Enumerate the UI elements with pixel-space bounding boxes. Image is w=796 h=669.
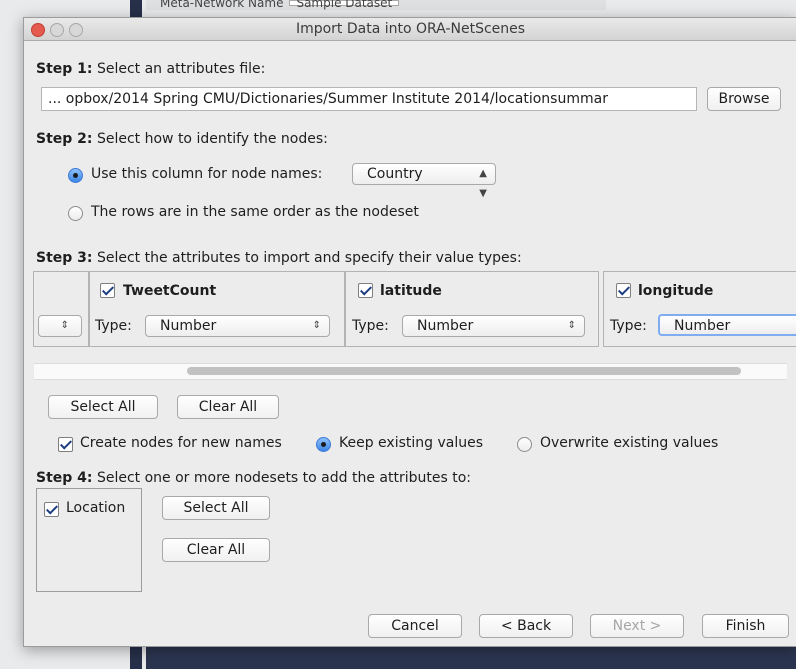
longitude-type-select[interactable]: Number	[658, 314, 796, 336]
tweetcount-type-value: Number	[160, 318, 217, 334]
use-column-radio[interactable]	[68, 168, 83, 183]
node-name-column-value: Country	[367, 166, 423, 182]
step2-text: Select how to identify the nodes:	[92, 131, 328, 147]
same-order-radio[interactable]	[68, 206, 83, 221]
attribute-panel-partial: ⇕	[33, 271, 89, 347]
chevron-updown-icon: ▲ ▼	[479, 168, 487, 199]
latitude-type-label: Type:	[352, 318, 389, 334]
keep-existing-label: Keep existing values	[339, 435, 484, 451]
keep-existing-radio[interactable]	[316, 437, 331, 452]
overwrite-existing-label: Overwrite existing values	[540, 435, 719, 451]
background-meta-network-row: Meta-Network Name Sample Dataset	[146, 0, 606, 10]
attribute-panel-tweetcount: TweetCount Type: Number ⇕	[89, 271, 345, 347]
title-bar[interactable]: Import Data into ORA-NetScenes	[24, 18, 796, 41]
back-button[interactable]: < Back	[479, 614, 573, 638]
chevron-updown-icon: ⇕	[60, 320, 69, 331]
step2-number: Step 2:	[36, 131, 93, 147]
step1-text: Select an attributes file:	[92, 61, 266, 77]
tweetcount-checkbox[interactable]	[100, 283, 115, 298]
nodesets-select-all-button[interactable]: Select All	[162, 496, 270, 520]
overwrite-existing-radio[interactable]	[517, 437, 532, 452]
tweetcount-type-label: Type:	[95, 318, 132, 334]
cancel-button[interactable]: Cancel	[368, 614, 462, 638]
meta-network-name-field[interactable]: Sample Dataset	[289, 0, 400, 9]
same-order-label: The rows are in the same order as the no…	[91, 204, 419, 220]
step2-heading: Step 2: Select how to identify the nodes…	[36, 131, 328, 147]
tweetcount-type-select[interactable]: Number ⇕	[145, 315, 330, 337]
step1-heading: Step 1: Select an attributes file:	[36, 61, 265, 77]
longitude-type-value: Number	[674, 318, 731, 334]
chevron-updown-icon: ⇕	[567, 320, 576, 331]
nodeset-location-label: Location	[66, 500, 126, 516]
longitude-type-label: Type:	[610, 318, 647, 334]
latitude-type-select[interactable]: Number ⇕	[402, 315, 585, 337]
tweetcount-name: TweetCount	[123, 283, 217, 299]
attributes-select-all-button[interactable]: Select All	[48, 395, 158, 419]
longitude-checkbox[interactable]	[616, 283, 631, 298]
attributes-file-field[interactable]: ... opbox/2014 Spring CMU/Dictionaries/S…	[41, 87, 697, 111]
chevron-updown-icon: ⇕	[312, 320, 321, 331]
use-column-label: Use this column for node names:	[91, 166, 323, 182]
step3-heading: Step 3: Select the attributes to import …	[36, 250, 522, 266]
partial-type-select[interactable]: ⇕	[38, 315, 82, 337]
browse-button[interactable]: Browse	[707, 87, 781, 111]
latitude-name: latitude	[380, 283, 442, 299]
create-nodes-label: Create nodes for new names	[80, 435, 282, 451]
scrollbar-thumb[interactable]	[187, 367, 741, 375]
step1-number: Step 1:	[36, 61, 93, 77]
step4-number: Step 4:	[36, 470, 93, 486]
nodesets-clear-all-button[interactable]: Clear All	[162, 538, 270, 562]
step3-text: Select the attributes to import and spec…	[92, 250, 522, 266]
attribute-panel-latitude: latitude Type: Number ⇕	[345, 271, 599, 347]
create-nodes-checkbox[interactable]	[58, 437, 73, 452]
latitude-checkbox[interactable]	[358, 283, 373, 298]
nodeset-list: Location	[36, 488, 142, 592]
step4-text: Select one or more nodesets to add the a…	[92, 470, 471, 486]
import-dialog: Import Data into ORA-NetScenes Step 1: S…	[23, 17, 796, 647]
meta-network-name-label: Meta-Network Name	[160, 0, 284, 10]
window-title: Import Data into ORA-NetScenes	[295, 21, 526, 37]
finish-button[interactable]: Finish	[702, 614, 789, 638]
attributes-horizontal-scrollbar[interactable]	[34, 363, 787, 380]
latitude-type-value: Number	[417, 318, 474, 334]
nodeset-location-checkbox[interactable]	[44, 502, 59, 517]
attribute-panel-longitude: longitude Type: Number	[603, 271, 796, 347]
step4-heading: Step 4: Select one or more nodesets to a…	[36, 470, 471, 486]
longitude-name: longitude	[638, 283, 714, 299]
attributes-clear-all-button[interactable]: Clear All	[177, 395, 279, 419]
node-name-column-select[interactable]: Country ▲ ▼	[352, 163, 496, 199]
next-button[interactable]: Next >	[590, 614, 684, 638]
step3-number: Step 3:	[36, 250, 93, 266]
